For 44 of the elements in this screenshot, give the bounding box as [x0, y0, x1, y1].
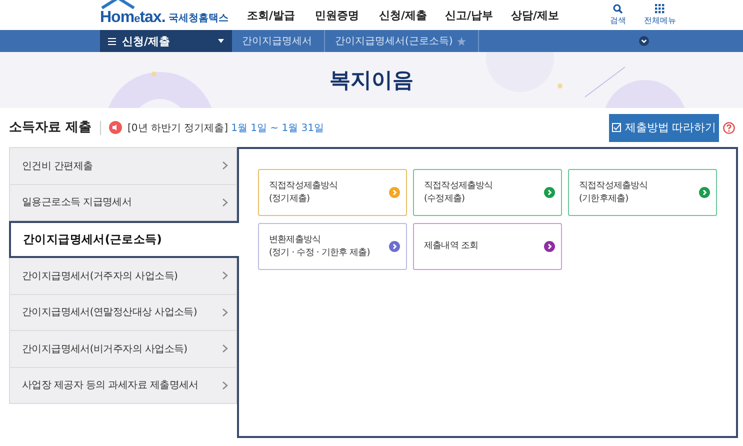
chevron-icon	[222, 380, 228, 390]
menu-item[interactable]: 조회/발급	[238, 8, 304, 22]
breadcrumb-link[interactable]: 간이지급명세서	[242, 34, 312, 48]
notice-label: [0년 하반기 정기제출]	[128, 122, 228, 134]
breadcrumb-link[interactable]: 간이지급명세서(근로소득)	[335, 34, 453, 48]
submission-option-card[interactable]: 직접작성제출방식 (수정제출)	[413, 169, 562, 216]
menu-item[interactable]: 신청/제출	[370, 8, 436, 22]
brand-logo[interactable]: Hometax.	[100, 3, 166, 27]
search-button[interactable]: 검색	[610, 4, 626, 26]
star-icon[interactable]	[456, 36, 466, 46]
sidebar-item[interactable]: 간이지급명세서(근로소득)	[9, 221, 239, 258]
grid-menu-icon	[655, 4, 665, 14]
sidebar-item[interactable]: 간이지급명세서(거주자의 사업소득)	[9, 258, 237, 294]
chevron-icon	[222, 308, 228, 317]
section-title: 소득자료 제출	[9, 120, 101, 134]
menu-icon	[108, 38, 116, 44]
sidebar-item[interactable]: 간이지급명세서(연말정산대상 사업소득)	[9, 294, 237, 331]
checkbox-icon	[612, 123, 621, 132]
menu-item[interactable]: 신고/납부	[436, 8, 502, 22]
submission-option-card[interactable]: 제출내역 조회	[413, 223, 562, 270]
chevron-icon	[222, 198, 228, 207]
guide-button[interactable]: 제출방법 따라하기	[609, 114, 719, 142]
section-menu[interactable]: 신청/제출	[100, 30, 232, 52]
page-banner-title: 복지이음	[330, 67, 414, 94]
speaker-icon	[108, 121, 122, 134]
chevron-icon	[222, 344, 228, 354]
expand-icon[interactable]	[639, 36, 649, 46]
sidebar-item[interactable]: 간이지급명세서(비거주자의 사업소득)	[9, 331, 237, 368]
menu-item[interactable]: 민원증명	[304, 8, 370, 22]
chevron-icon	[222, 271, 228, 280]
all-menu-button[interactable]: 전체메뉴	[644, 4, 676, 26]
search-icon	[613, 4, 623, 14]
chevron-icon	[222, 161, 228, 170]
caret-icon	[218, 39, 224, 43]
menu-item[interactable]: 상담/제보	[502, 8, 568, 22]
submission-option-card[interactable]: 직접작성제출방식 (정기제출)	[258, 169, 407, 216]
help-icon[interactable]	[723, 122, 735, 134]
sidebar-item[interactable]: 일용근로소득 지급명세서	[9, 184, 237, 221]
sidebar-item[interactable]: 인건비 간편제출	[9, 148, 237, 184]
submission-option-card[interactable]: 직접작성제출방식 (기한후제출)	[568, 169, 717, 216]
site-name: 국세청홈택스	[168, 12, 228, 26]
sidebar-item[interactable]: 사업장 제공자 등의 과세자료 제출명세서	[9, 368, 237, 404]
submission-option-card[interactable]: 변환제출방식 (정기 · 수정 · 기한후 제출)	[258, 223, 407, 270]
notice-period: 1월 1일 ~ 1월 31일	[231, 122, 324, 134]
